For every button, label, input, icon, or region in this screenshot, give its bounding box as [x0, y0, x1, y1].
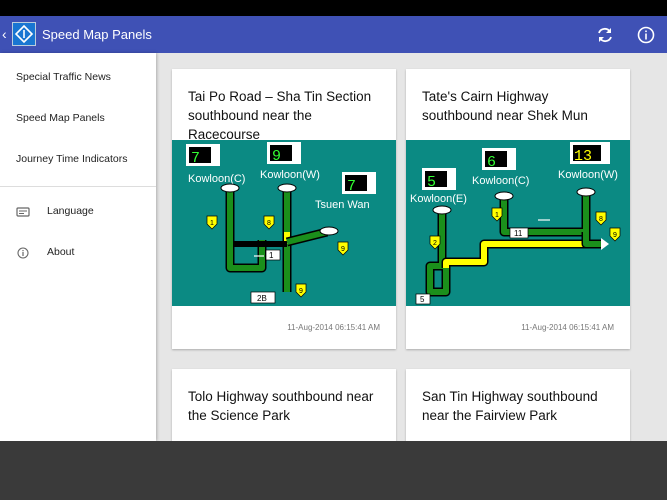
info-icon: [17, 247, 29, 259]
svg-text:11: 11: [514, 229, 523, 238]
speed-value: 6: [487, 154, 496, 171]
speed-value: 13: [574, 148, 592, 165]
navigation-bar: [0, 441, 667, 500]
exit-label: 11: [509, 227, 529, 239]
navigation-drawer: Special Traffic News Speed Map Panels Jo…: [0, 53, 156, 441]
drawer-divider: [0, 186, 156, 187]
svg-text:2: 2: [433, 240, 437, 247]
exit-label: 1: [265, 249, 281, 261]
speed-value: 7: [191, 150, 200, 167]
speed-panel: 7: [342, 172, 376, 195]
drawer-item-speed-map-panels[interactable]: Speed Map Panels: [0, 100, 156, 140]
drawer-item-label: Speed Map Panels: [16, 112, 105, 124]
card-title: San Tin Highway southbound near the Fair…: [422, 389, 598, 423]
speed-map: 7 9 7 Kowloon(C) Kowloon(W) Tsuen Wan 1 …: [172, 140, 396, 306]
svg-text:9: 9: [341, 246, 345, 253]
drawer-item-journey-time-indicators[interactable]: Journey Time Indicators: [0, 141, 156, 181]
svg-text:1: 1: [495, 212, 499, 219]
back-chevron-icon[interactable]: ‹: [2, 26, 7, 42]
svg-text:8: 8: [599, 216, 603, 223]
route-marker: 1: [206, 215, 218, 230]
info-icon[interactable]: [635, 24, 657, 46]
place-label: Kowloon(W): [558, 169, 618, 181]
drawer-item-label: About: [47, 246, 75, 258]
drawer-item-label: Special Traffic News: [16, 71, 111, 83]
drawer-item-label: Language: [47, 205, 94, 217]
speed-value: 7: [347, 178, 356, 195]
app-title: Speed Map Panels: [42, 27, 152, 42]
route-marker: 9: [609, 227, 621, 242]
drawer-item-about[interactable]: About: [0, 234, 156, 274]
speed-value: 9: [272, 148, 281, 165]
app-logo-icon[interactable]: [12, 22, 36, 46]
card-tates-cairn-highway[interactable]: Tate's Cairn Highway southbound near She…: [406, 69, 630, 349]
speed-panel: 13: [570, 142, 610, 165]
route-marker: 8: [263, 215, 275, 230]
place-label: Kowloon(C): [188, 173, 245, 185]
svg-text:9: 9: [299, 288, 303, 295]
route-marker: 9: [295, 283, 307, 298]
card-title: Tate's Cairn Highway southbound near She…: [422, 89, 588, 123]
language-icon: [16, 207, 30, 217]
svg-text:2B: 2B: [257, 294, 267, 303]
exit-label: 5: [415, 293, 431, 305]
svg-text:8: 8: [267, 220, 271, 227]
speed-value: 5: [427, 174, 436, 191]
card-tai-po-road[interactable]: Tai Po Road – Sha Tin Section southbound…: [172, 69, 396, 349]
speed-map: 5 6 13 Kowloon(E) Kowloon(C) Kowloon(W): [406, 140, 630, 306]
speed-panel: 6: [482, 148, 516, 171]
card-san-tin-highway[interactable]: San Tin Highway southbound near the Fair…: [406, 369, 630, 441]
app-bar: ‹ Speed Map Panels: [0, 16, 667, 53]
place-label: Kowloon(C): [472, 175, 529, 187]
card-title: Tolo Highway southbound near the Science…: [188, 389, 374, 423]
status-bar: [0, 0, 667, 16]
place-label: Kowloon(W): [260, 169, 320, 181]
drawer-item-language[interactable]: Language: [0, 193, 156, 233]
svg-text:1: 1: [269, 251, 274, 260]
route-marker: 8: [595, 211, 607, 226]
timestamp: 11-Aug-2014 06:15:41 AM: [521, 323, 614, 332]
speed-panel: 5: [422, 168, 456, 191]
place-label: Tsuen Wan: [315, 199, 370, 211]
svg-text:9: 9: [613, 232, 617, 239]
refresh-icon[interactable]: [594, 24, 616, 46]
drawer-item-label: Journey Time Indicators: [16, 153, 128, 165]
route-marker: 9: [337, 241, 349, 256]
card-title: Tai Po Road – Sha Tin Section southbound…: [188, 89, 372, 142]
svg-text:1: 1: [210, 220, 214, 227]
card-tolo-highway[interactable]: Tolo Highway southbound near the Science…: [172, 369, 396, 441]
timestamp: 11-Aug-2014 06:15:41 AM: [287, 323, 380, 332]
drawer-item-special-traffic-news[interactable]: Special Traffic News: [0, 59, 156, 99]
exit-label: 2B: [250, 291, 276, 304]
svg-text:5: 5: [420, 295, 425, 304]
speed-panel: 9: [267, 142, 301, 165]
place-label: Kowloon(E): [410, 193, 467, 205]
speed-panel: 7: [186, 144, 220, 167]
